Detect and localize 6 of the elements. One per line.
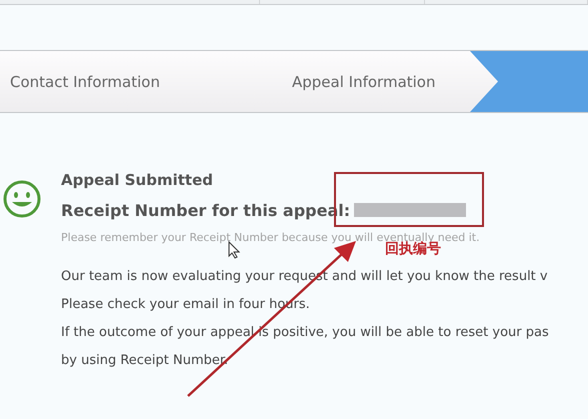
step-tab[interactable]: Appeal Information [252,51,498,112]
status-title: Appeal Submitted [61,170,214,191]
step-tab[interactable] [498,51,588,112]
annotation-label: 回执编号 [385,241,441,258]
smiley-icon [3,180,41,218]
message-line: by using Receipt Number. [61,352,230,370]
